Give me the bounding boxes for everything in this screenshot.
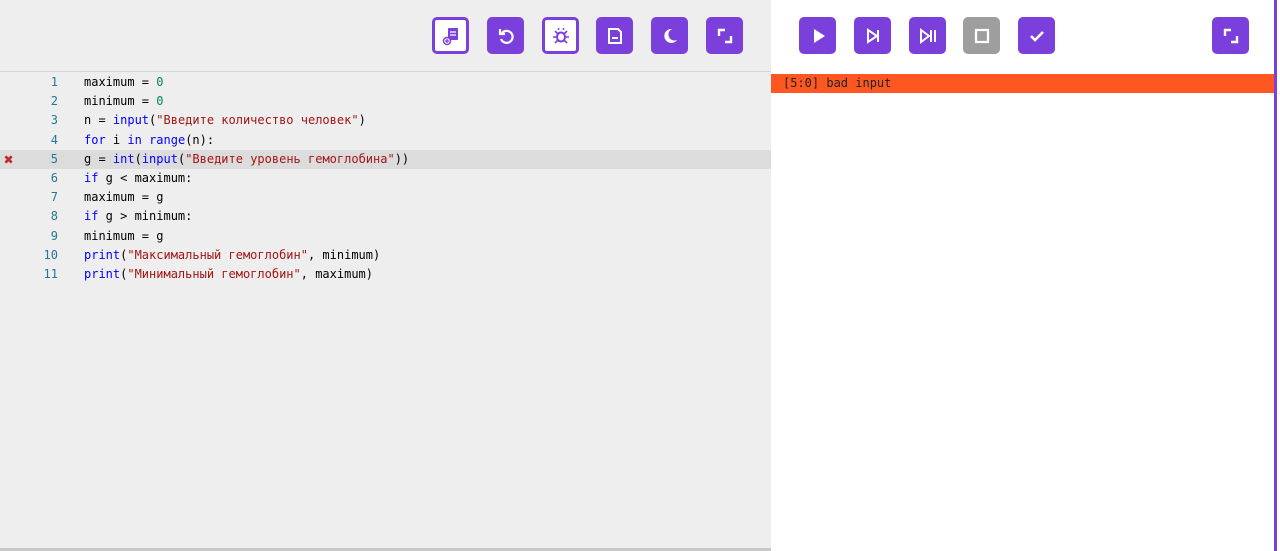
code-line[interactable]: 11 print("Минимальный гемоглобин", maximu… <box>0 265 771 284</box>
moon-icon <box>663 28 677 43</box>
code-token: if <box>84 209 99 224</box>
code-token: , maximum) <box>300 266 373 281</box>
code-text: minimum = g <box>84 227 163 246</box>
code-token: , minimum) <box>307 247 381 262</box>
step-over-icon <box>919 27 936 44</box>
code-line[interactable]: 2 minimum = 0 <box>0 92 771 111</box>
code-token: 0 <box>156 94 164 109</box>
code-text: g = int(input("Введите уровень гемоглоби… <box>84 150 409 169</box>
line-number: 6 <box>50 170 58 185</box>
new-file-button[interactable] <box>432 17 469 54</box>
editor-panel: 1 maximum = 0 2 minimum = 03n = input("Введ… <box>0 0 771 551</box>
check-icon <box>1029 30 1044 42</box>
code-token: ) <box>358 113 366 128</box>
code-token: "Введите уровень гемоглобина" <box>185 151 395 166</box>
code-token: range <box>149 132 186 147</box>
code-token: )) <box>394 151 410 166</box>
code-token: "Минимальный гемоглобин" <box>127 266 301 281</box>
code-text: if g < maximum: <box>84 169 192 188</box>
code-token: int <box>112 151 135 166</box>
code-line[interactable]: 7 maximum = g <box>0 188 771 207</box>
expand-icon <box>717 28 732 43</box>
code-token: n = <box>84 113 113 128</box>
save-button[interactable] <box>596 17 633 54</box>
error-marker-icon: ✖ <box>4 149 14 169</box>
code-token: ( <box>134 151 142 166</box>
code-token: minimum = <box>84 94 157 109</box>
debug-button[interactable] <box>542 17 579 54</box>
theme-button[interactable] <box>651 17 688 54</box>
line-number: 3 <box>50 113 58 128</box>
line-number: 10 <box>43 247 58 262</box>
reset-button[interactable] <box>487 17 524 54</box>
expand-output-button[interactable] <box>1212 17 1249 54</box>
run-button[interactable] <box>799 17 836 54</box>
code-text: n = input("Введите количество человек") <box>84 111 366 130</box>
line-number: 4 <box>50 132 58 147</box>
line-number: 9 <box>50 228 58 243</box>
bug-icon <box>552 27 569 44</box>
code-token: print <box>84 247 121 262</box>
code-token: input <box>112 113 150 128</box>
code-token: g < maximum: <box>98 170 193 185</box>
code-token: in <box>127 132 142 147</box>
code-text: maximum = g <box>84 188 163 207</box>
error-message: [5:0] bad input <box>771 74 1274 93</box>
undo-icon <box>498 28 514 44</box>
code-text: if g > minimum: <box>84 207 192 226</box>
step-icon <box>866 27 879 44</box>
code-token: g = <box>84 151 113 166</box>
code-text: print("Максимальный гемоглобин", minimum… <box>84 246 380 265</box>
save-icon <box>607 27 622 44</box>
code-token: g > minimum: <box>98 209 193 224</box>
code-line[interactable]: 8 if g > minimum: <box>0 207 771 226</box>
run-toolbar <box>771 0 1274 72</box>
code-editor[interactable]: 1 maximum = 0 2 minimum = 03n = input("Введ… <box>0 73 771 284</box>
code-token: "Максимальный гемоглобин" <box>127 247 308 262</box>
code-token: if <box>84 170 99 185</box>
output-panel: [5:0] bad input <box>771 0 1277 551</box>
code-token: "Введите количество человек" <box>156 113 359 128</box>
check-button[interactable] <box>1018 17 1055 54</box>
code-token: i <box>105 132 128 147</box>
line-number: 7 <box>50 190 58 205</box>
new-file-icon <box>442 27 458 45</box>
expand-editor-button[interactable] <box>706 17 743 54</box>
line-number: 8 <box>50 209 58 224</box>
code-line[interactable]: ✖ 5 g = int(input("Введите уровень гемогло… <box>0 149 771 169</box>
stop-icon <box>974 28 989 43</box>
code-text: print("Минимальный гемоглобин", maximum) <box>84 265 373 284</box>
code-token: minimum = g <box>84 228 164 243</box>
code-text: for i in range(n): <box>84 131 214 150</box>
code-token: for <box>84 132 106 147</box>
code-line[interactable]: 4 for i in range(n): <box>0 131 771 150</box>
editor-toolbar <box>0 0 771 72</box>
code-token: input <box>141 151 178 166</box>
code-token: (n): <box>185 132 215 147</box>
step-button[interactable] <box>854 17 891 54</box>
code-line[interactable]: 1 maximum = 0 <box>0 73 771 92</box>
code-token: maximum = <box>84 75 157 89</box>
line-number: 2 <box>50 94 58 109</box>
code-line[interactable]: 6 if g < maximum: <box>0 169 771 188</box>
code-text: maximum = 0 <box>84 73 163 92</box>
step-over-button[interactable] <box>909 17 946 54</box>
code-token: maximum = g <box>84 190 164 205</box>
code-line[interactable]: 3 n = input("Введите количество человек") <box>0 111 771 130</box>
code-token: 0 <box>156 75 164 89</box>
code-text: minimum = 0 <box>84 92 163 111</box>
stop-button[interactable] <box>963 17 1000 54</box>
line-number: 11 <box>43 266 58 281</box>
code-line[interactable]: 10 print("Максимальный гемоглобин", minim… <box>0 246 771 265</box>
code-line[interactable]: 9 minimum = g <box>0 227 771 246</box>
play-icon <box>813 28 825 43</box>
line-number: 1 <box>50 75 58 89</box>
expand-icon <box>1223 28 1238 43</box>
code-token: print <box>84 266 121 281</box>
line-number: 5 <box>50 151 58 166</box>
